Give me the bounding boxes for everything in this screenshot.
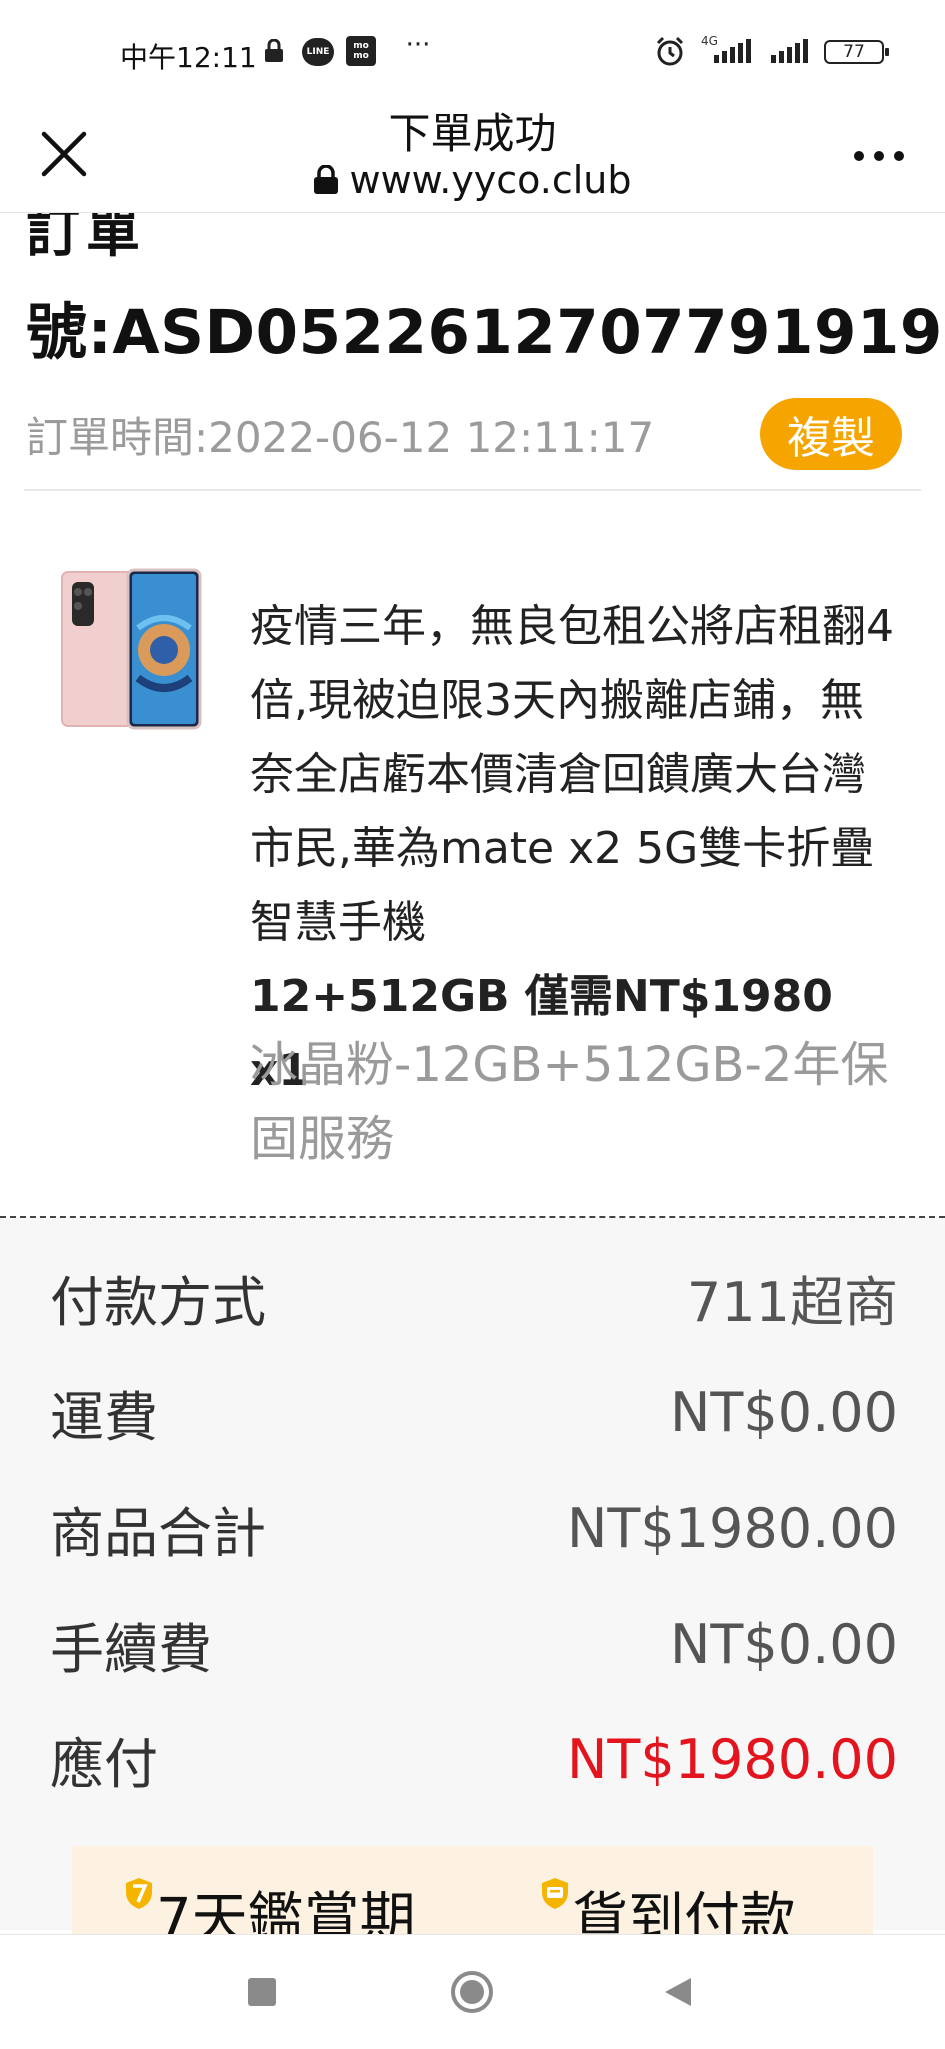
line-app-icon: LINE [302,38,334,66]
back-button[interactable] [618,1935,738,2049]
momo-app-icon: mo mo [346,36,376,66]
summary-value: NT$1980.00 [566,1496,898,1560]
status-time: 中午12:11 [120,41,257,74]
square-icon [248,1978,276,2006]
product-image [58,568,202,730]
home-button[interactable] [412,1935,532,2049]
secure-lock-icon [314,165,339,194]
order-time: 訂單時間:2022-06-12 12:11:17 [26,413,655,462]
more-options-icon[interactable] [849,136,909,176]
browser-top-bar: 下單成功 www.yyco.club [0,100,945,213]
shield-7-icon [126,1878,152,1909]
summary-row-payment: 付款方式 711超商 [50,1242,898,1352]
summary-label: 應付 [50,1732,158,1796]
product-title: 疫情三年，無良包租公將店租翻4倍,現被迫限3天內搬離店鋪，無奈全店虧本價清倉回饋… [250,601,894,948]
payable-amount: NT$1980.00 [566,1727,898,1791]
summary-row-shipping: 運費 NT$0.00 [50,1357,898,1467]
battery-icon: 77 [824,40,889,64]
summary-label: 商品合計 [50,1501,266,1565]
summary-label: 手續費 [50,1617,212,1681]
signal-icon [700,36,756,66]
summary-value: 711超商 [686,1270,898,1334]
divider [24,489,921,491]
summary-row-subtotal: 商品合計 NT$1980.00 [50,1473,898,1583]
signal-icon-2 [768,36,812,66]
system-nav-bar [0,1934,945,2049]
summary-row-fee: 手續費 NT$0.00 [50,1589,898,1699]
home-circle-icon [451,1971,493,2013]
shield-cash-icon [542,1878,568,1909]
page-title: 下單成功 [388,109,557,158]
order-number: 號:ASD0522612707791919 [26,297,943,368]
recent-apps-button[interactable] [202,1935,322,2049]
summary-label: 付款方式 [50,1270,266,1334]
summary-value: NT$0.00 [670,1380,898,1444]
more-notifications-icon: ··· [405,30,431,60]
url-text: www.yyco.club [349,158,632,202]
back-triangle-icon [665,1978,691,2006]
copy-button[interactable]: 複製 [760,398,902,470]
guarantee-strip: 7天鑑賞期 貨到付款 [72,1846,873,1952]
status-bar: 中午12:11 LINE mo mo ··· 4G 77 [0,0,945,100]
product-variant: 冰晶粉-12GB+512GB-2年保固服務 [250,1037,889,1167]
summary-value: NT$0.00 [670,1612,898,1676]
summary-row-payable: 應付 NT$1980.00 [50,1704,898,1814]
summary-label: 運費 [50,1385,158,1449]
url-display: www.yyco.club [0,158,945,202]
lock-icon [262,36,286,66]
alarm-icon [652,36,688,66]
